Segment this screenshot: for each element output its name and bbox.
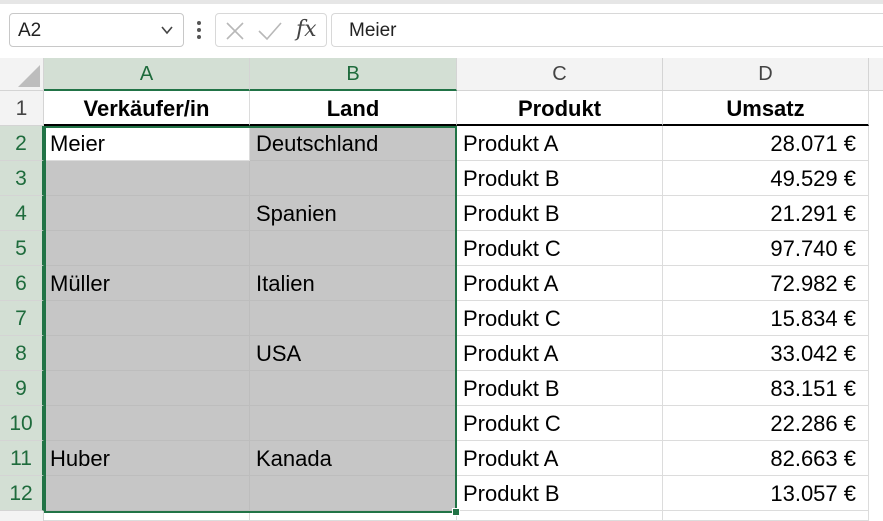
row-header-7[interactable]: 7 <box>0 301 44 336</box>
name-box[interactable]: A2 <box>9 13 184 47</box>
cell-b12[interactable] <box>250 476 457 511</box>
cell-d4[interactable]: 21.291 € <box>663 196 869 231</box>
row-header-2[interactable]: 2 <box>0 126 44 161</box>
cell-b2[interactable]: Deutschland <box>250 126 457 161</box>
cell-c8[interactable]: Produkt A <box>457 336 663 371</box>
row-header-12[interactable]: 12 <box>0 476 44 511</box>
ribbon-edge <box>0 0 883 4</box>
cell-d8[interactable]: 33.042 € <box>663 336 869 371</box>
cell-b11[interactable]: Kanada <box>250 441 457 476</box>
cell-b10[interactable] <box>250 406 457 441</box>
cell-c9[interactable]: Produkt B <box>457 371 663 406</box>
cell-a3[interactable] <box>44 161 250 196</box>
cell-c10[interactable]: Produkt C <box>457 406 663 441</box>
formula-buttons: fx <box>215 13 327 47</box>
cell-b13[interactable] <box>250 511 457 521</box>
cell-d12[interactable]: 13.057 € <box>663 476 869 511</box>
cell-c4[interactable]: Produkt B <box>457 196 663 231</box>
cell-a10[interactable] <box>44 406 250 441</box>
cell-a5[interactable] <box>44 231 250 266</box>
cell-a12[interactable] <box>44 476 250 511</box>
formula-input[interactable]: Meier <box>331 13 883 47</box>
cell-c3[interactable]: Produkt B <box>457 161 663 196</box>
cell-a11[interactable]: Huber <box>44 441 250 476</box>
column-header-b[interactable]: B <box>250 58 457 91</box>
more-options-icon[interactable] <box>193 17 205 43</box>
column-header-e[interactable] <box>869 58 883 91</box>
name-box-value: A2 <box>18 20 42 41</box>
cell-d13[interactable] <box>663 511 869 521</box>
cell-d5[interactable]: 97.740 € <box>663 231 869 266</box>
formula-bar: A2 fx Meier <box>0 0 883 58</box>
cell-a4[interactable] <box>44 196 250 231</box>
cell-a8[interactable] <box>44 336 250 371</box>
cell-a6[interactable]: Müller <box>44 266 250 301</box>
cell-d9[interactable]: 83.151 € <box>663 371 869 406</box>
cell-a13[interactable] <box>44 511 250 521</box>
cell-a7[interactable] <box>44 301 250 336</box>
cell-b7[interactable] <box>250 301 457 336</box>
select-all-triangle-icon <box>18 65 40 87</box>
cell-b9[interactable] <box>250 371 457 406</box>
cell-b6[interactable]: Italien <box>250 266 457 301</box>
insert-function-icon[interactable]: fx <box>296 17 317 42</box>
row-header-11[interactable]: 11 <box>0 441 44 476</box>
row-header-3[interactable]: 3 <box>0 161 44 196</box>
row-header-1[interactable]: 1 <box>0 91 44 126</box>
cell-b4[interactable]: Spanien <box>250 196 457 231</box>
cell-d11[interactable]: 82.663 € <box>663 441 869 476</box>
chevron-down-icon[interactable] <box>159 22 175 38</box>
column-header-c[interactable]: C <box>457 58 663 91</box>
row-header-5[interactable]: 5 <box>0 231 44 266</box>
row-header-13[interactable] <box>0 511 44 521</box>
cell-d2[interactable]: 28.071 € <box>663 126 869 161</box>
cell-b5[interactable] <box>250 231 457 266</box>
cell-d10[interactable]: 22.286 € <box>663 406 869 441</box>
cell-c6[interactable]: Produkt A <box>457 266 663 301</box>
cell-c12[interactable]: Produkt B <box>457 476 663 511</box>
row-header-8[interactable]: 8 <box>0 336 44 371</box>
formula-value: Meier <box>349 20 397 41</box>
cell-b8[interactable]: USA <box>250 336 457 371</box>
row-header-9[interactable]: 9 <box>0 371 44 406</box>
fill-handle[interactable] <box>452 508 460 516</box>
cell-c13[interactable] <box>457 511 663 521</box>
checkmark-icon[interactable] <box>256 20 284 42</box>
cell-c2[interactable]: Produkt A <box>457 126 663 161</box>
cell-c11[interactable]: Produkt A <box>457 441 663 476</box>
row-header-6[interactable]: 6 <box>0 266 44 301</box>
header-cell-revenue[interactable]: Umsatz <box>663 91 869 126</box>
cell-b3[interactable] <box>250 161 457 196</box>
spreadsheet-grid[interactable]: A B C D 1 2 3 4 5 6 7 8 9 10 11 12 Verkä… <box>0 58 883 521</box>
cell-d7[interactable]: 15.834 € <box>663 301 869 336</box>
column-header-d[interactable]: D <box>663 58 869 91</box>
header-cell-country[interactable]: Land <box>250 91 457 126</box>
row-header-4[interactable]: 4 <box>0 196 44 231</box>
row-header-10[interactable]: 10 <box>0 406 44 441</box>
select-all-button[interactable] <box>0 58 44 91</box>
cell-d3[interactable]: 49.529 € <box>663 161 869 196</box>
cell-d6[interactable]: 72.982 € <box>663 266 869 301</box>
column-header-a[interactable]: A <box>44 58 250 91</box>
header-cell-seller[interactable]: Verkäufer/in <box>44 91 250 126</box>
cell-c5[interactable]: Produkt C <box>457 231 663 266</box>
cell-c7[interactable]: Produkt C <box>457 301 663 336</box>
cancel-icon[interactable] <box>224 20 246 42</box>
header-cell-product[interactable]: Produkt <box>457 91 663 126</box>
cell-a9[interactable] <box>44 371 250 406</box>
cell-a2[interactable]: Meier <box>44 126 250 161</box>
